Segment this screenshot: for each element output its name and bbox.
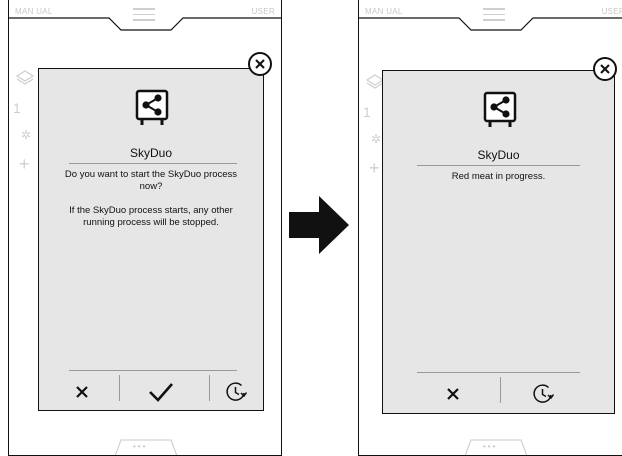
share-nodes-icon [135, 89, 169, 127]
bottom-bar: ••• [359, 436, 622, 455]
screen-in-progress: MAN UAL USER 1 ✲ + SkyDuo Red meat in pr… [358, 0, 622, 456]
schedule-button[interactable] [213, 377, 259, 407]
confirm-button[interactable] [123, 377, 199, 407]
title-divider [417, 165, 580, 166]
close-icon [600, 64, 610, 74]
button-row-divider [69, 370, 237, 371]
dialog-question: Do you want to start the SkyDuo process … [64, 169, 238, 192]
hamburger-menu-icon[interactable] [483, 8, 505, 22]
snowflake-icon: ✲ [371, 132, 382, 146]
close-dialog-button[interactable] [248, 52, 272, 76]
layers-icon [15, 68, 35, 89]
clock-refresh-icon [533, 384, 554, 403]
add-icon: + [369, 158, 380, 178]
x-icon [447, 388, 459, 400]
dialog-status: Red meat in progress. [451, 171, 546, 182]
add-icon: + [19, 154, 30, 174]
dialog-title: SkyDuo [129, 146, 173, 160]
background-list-number: 1 [363, 104, 371, 120]
button-separator [209, 375, 210, 401]
manual-tab[interactable]: MAN UAL [15, 7, 53, 16]
checkmark-icon [149, 383, 173, 402]
more-icon[interactable]: ••• [483, 442, 497, 451]
background-list-number: 1 [13, 100, 21, 116]
button-separator [500, 377, 501, 403]
dialog-message: Red meat in progress. [397, 171, 600, 195]
screen-confirm-start: MAN UAL USER 1 ✲ + SkyDuo Do you want to… [8, 0, 282, 456]
right-arrow-icon [289, 196, 351, 259]
title-divider [69, 163, 237, 164]
more-icon[interactable]: ••• [133, 442, 147, 451]
top-bar: MAN UAL USER [359, 0, 622, 40]
snowflake-icon: ✲ [21, 128, 32, 142]
close-icon [255, 59, 265, 69]
dialog-message: Do you want to start the SkyDuo process … [53, 169, 249, 241]
cancel-button[interactable] [423, 379, 483, 409]
confirm-dialog: SkyDuo Do you want to start the SkyDuo p… [38, 68, 264, 411]
button-separator [119, 375, 120, 401]
close-dialog-button[interactable] [593, 57, 617, 81]
cancel-button[interactable] [53, 377, 111, 407]
hamburger-menu-icon[interactable] [133, 8, 155, 22]
dialog-title: SkyDuo [477, 148, 520, 162]
manual-tab[interactable]: MAN UAL [365, 7, 403, 16]
dialog-warning: If the SkyDuo process starts, any other … [69, 205, 233, 228]
share-nodes-icon [483, 91, 517, 129]
bottom-bar: ••• [9, 436, 281, 455]
schedule-button[interactable] [513, 379, 573, 409]
user-tab[interactable]: USER [252, 7, 275, 16]
x-icon [76, 386, 88, 398]
progress-dialog: SkyDuo Red meat in progress. [382, 70, 615, 414]
button-row-divider [417, 372, 580, 373]
top-bar: MAN UAL USER [9, 0, 281, 40]
user-tab[interactable]: USER [602, 7, 622, 16]
clock-refresh-icon [226, 382, 247, 401]
